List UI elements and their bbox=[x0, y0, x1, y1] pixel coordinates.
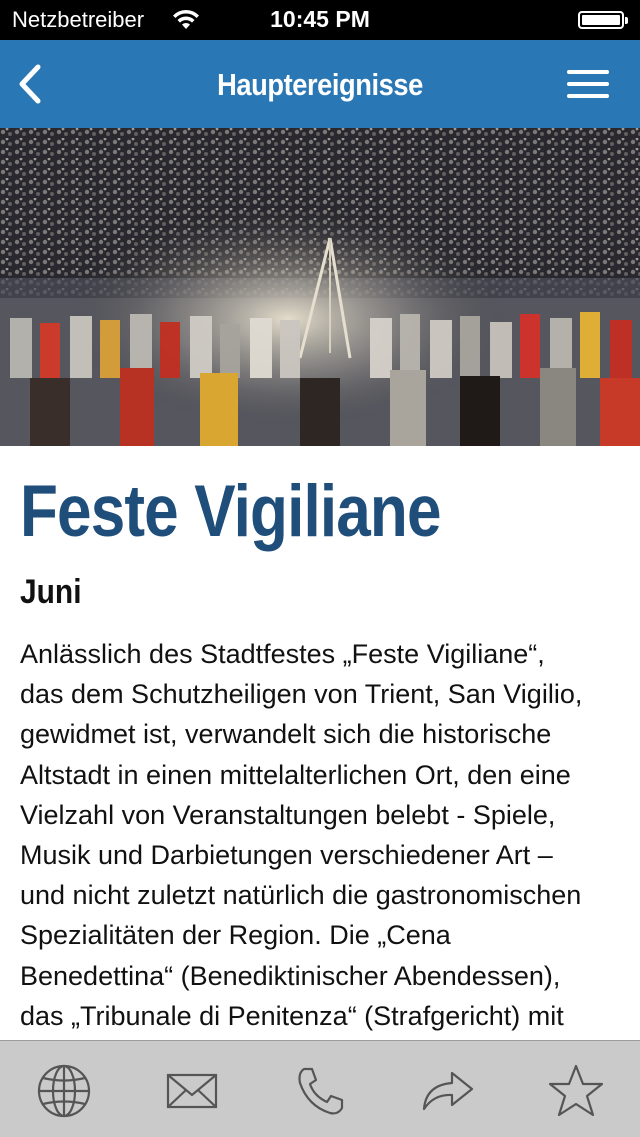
festival-scene-image bbox=[0, 128, 640, 446]
mail-icon bbox=[166, 1073, 218, 1109]
description-line: Anlässlich des Stadtfestes „Feste Vigili… bbox=[20, 639, 545, 669]
globe-icon bbox=[37, 1064, 91, 1118]
favorite-button[interactable] bbox=[546, 1061, 606, 1121]
event-photo bbox=[0, 128, 640, 446]
menu-button[interactable] bbox=[560, 58, 620, 110]
description-line: Spezialitäten der Region. Die „Cena bbox=[20, 920, 451, 951]
website-button[interactable] bbox=[34, 1061, 94, 1121]
description-line: das dem Schutzheiligen von Trient, San V… bbox=[20, 679, 583, 710]
share-button[interactable] bbox=[416, 1061, 476, 1121]
call-button[interactable] bbox=[290, 1061, 350, 1121]
description-line: Benedettina“ (Benediktinischer Abendesse… bbox=[20, 960, 561, 991]
navigation-bar: Haupterei­gnisse bbox=[0, 40, 640, 129]
description-line: Vielzahl von Veranstaltungen belebt - Sp… bbox=[20, 799, 556, 830]
description-line: und nicht zuletzt natürlich die gastrono… bbox=[20, 880, 582, 911]
clock: 10:45 PM bbox=[270, 6, 370, 32]
bottom-toolbar bbox=[0, 1040, 640, 1137]
article: Feste Vigiliane Juni Anlässlich des Stad… bbox=[20, 472, 620, 1036]
phone-icon bbox=[298, 1067, 344, 1115]
description-line: gewidmet ist, verwandelt sich die histor… bbox=[20, 719, 552, 750]
page-header-title: Haupterei­gnisse bbox=[217, 67, 423, 102]
status-bar: Netzbetreiber 10:45 PM bbox=[0, 0, 640, 40]
event-description: Anlässlich des Stadtfestes „Feste Vigili… bbox=[20, 634, 620, 1036]
description-line: Altstadt in einen mittelalterlichen Ort,… bbox=[20, 759, 571, 790]
star-icon bbox=[548, 1064, 604, 1117]
description-line: das „Tribunale di Penitenza“ (Strafgeric… bbox=[20, 1000, 564, 1031]
description-line: Musik und Darbietungen verschiedener Art… bbox=[20, 840, 553, 871]
event-date: Juni bbox=[20, 573, 82, 611]
event-title: Feste Vigiliane bbox=[20, 471, 441, 552]
email-button[interactable] bbox=[162, 1061, 222, 1121]
battery-icon bbox=[578, 11, 628, 29]
share-icon bbox=[422, 1071, 474, 1111]
